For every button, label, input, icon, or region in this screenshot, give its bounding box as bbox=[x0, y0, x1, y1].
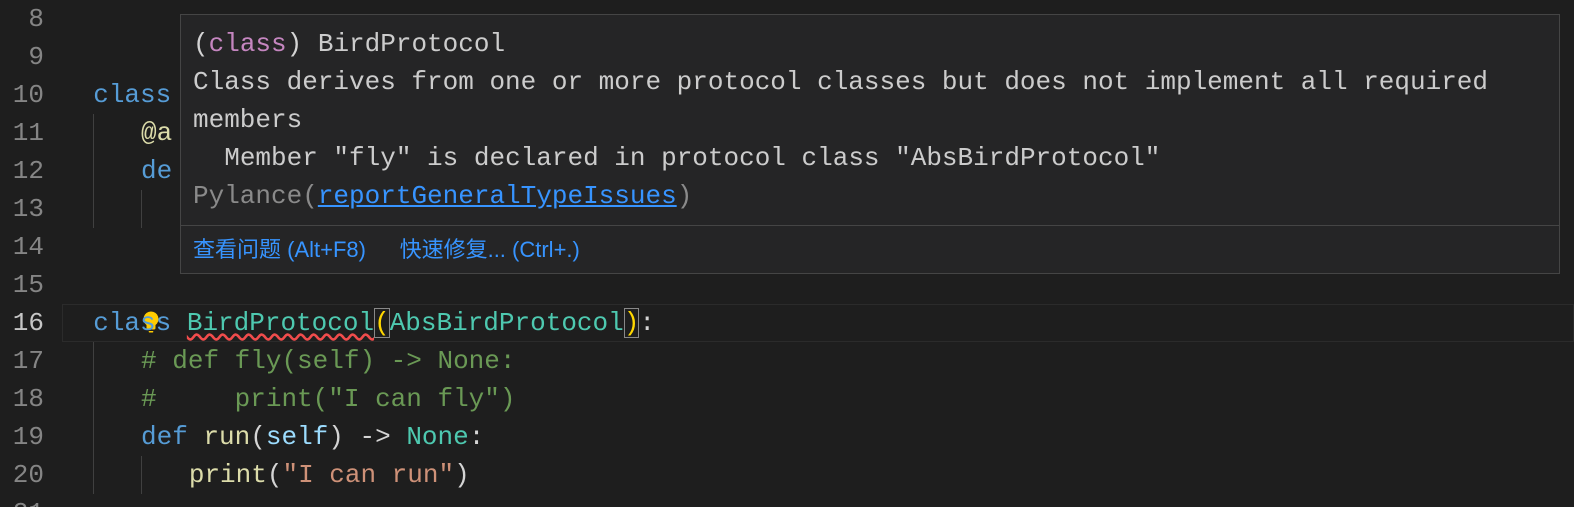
hover-sig-name: BirdProtocol bbox=[318, 29, 505, 59]
hover-tooltip: (class) BirdProtocol Class derives from … bbox=[180, 14, 1560, 274]
code-editor[interactable]: 8 9 10 11 12 13 14 15 16 17 18 19 20 21 … bbox=[0, 0, 1574, 507]
line-number: 10 bbox=[0, 76, 44, 114]
comment: # print("I can fly") bbox=[141, 384, 515, 414]
code-area[interactable]: (class) BirdProtocol Class derives from … bbox=[62, 0, 1574, 507]
hover-sig-paren: ( bbox=[193, 29, 209, 59]
paren-open: ( bbox=[374, 308, 390, 338]
keyword-class: class bbox=[93, 80, 171, 110]
string-literal: "I can run" bbox=[282, 460, 454, 490]
paren-open: ( bbox=[250, 422, 266, 452]
colon: : bbox=[469, 422, 485, 452]
hover-tool-name: Pylance bbox=[193, 181, 302, 211]
code-line[interactable] bbox=[62, 494, 1574, 507]
decorator: @a bbox=[141, 118, 172, 148]
class-name-error: BirdProtocol bbox=[187, 308, 374, 338]
paren-close: ) bbox=[624, 308, 640, 338]
line-number: 11 bbox=[0, 114, 44, 152]
keyword-def-partial: de bbox=[141, 156, 172, 186]
arrow: -> bbox=[344, 422, 406, 452]
line-number: 21 bbox=[0, 494, 44, 507]
code-line[interactable]: print("I can run") bbox=[62, 456, 1574, 494]
hover-message-line: Member "fly" is declared in protocol cla… bbox=[193, 143, 1176, 173]
hover-diagnostic-link[interactable]: reportGeneralTypeIssues bbox=[318, 181, 677, 211]
hover-message-line: Class derives from one or more protocol … bbox=[193, 67, 1504, 135]
line-number-gutter: 8 9 10 11 12 13 14 15 16 17 18 19 20 21 bbox=[0, 0, 62, 507]
hover-sig-keyword: class bbox=[209, 29, 287, 59]
paren-close: ) bbox=[328, 422, 344, 452]
code-line[interactable]: def run(self) -> None: bbox=[62, 418, 1574, 456]
line-number: 19 bbox=[0, 418, 44, 456]
code-line-active[interactable]: class BirdProtocol(AbsBirdProtocol): bbox=[62, 304, 1574, 342]
keyword-def: def bbox=[141, 422, 188, 452]
line-number: 20 bbox=[0, 456, 44, 494]
function-call: print bbox=[189, 460, 267, 490]
hover-content: (class) BirdProtocol Class derives from … bbox=[181, 21, 1559, 225]
hover-paren: ) bbox=[677, 181, 693, 211]
colon: : bbox=[639, 308, 655, 338]
param-self: self bbox=[266, 422, 328, 452]
paren-open: ( bbox=[267, 460, 283, 490]
code-line[interactable]: # print("I can fly") bbox=[62, 380, 1574, 418]
line-number: 13 bbox=[0, 190, 44, 228]
comment: # def fly(self) -> None: bbox=[141, 346, 515, 376]
view-problem-action[interactable]: 查看问题 (Alt+F8) bbox=[193, 237, 366, 262]
hover-sig-paren: ) bbox=[287, 29, 318, 59]
base-class: AbsBirdProtocol bbox=[390, 308, 624, 338]
hover-paren: ( bbox=[302, 181, 318, 211]
keyword-class: class bbox=[93, 308, 171, 338]
line-number: 18 bbox=[0, 380, 44, 418]
line-number: 12 bbox=[0, 152, 44, 190]
line-number: 9 bbox=[0, 38, 44, 76]
return-type: None bbox=[406, 422, 468, 452]
code-line[interactable]: # def fly(self) -> None: bbox=[62, 342, 1574, 380]
hover-actions: 查看问题 (Alt+F8) 快速修复... (Ctrl+.) bbox=[181, 225, 1559, 273]
function-name: run bbox=[203, 422, 250, 452]
paren-close: ) bbox=[454, 460, 470, 490]
line-number: 8 bbox=[0, 0, 44, 38]
lightbulb-icon[interactable] bbox=[14, 270, 38, 294]
line-number: 14 bbox=[0, 228, 44, 266]
quick-fix-action[interactable]: 快速修复... (Ctrl+.) bbox=[400, 237, 580, 262]
